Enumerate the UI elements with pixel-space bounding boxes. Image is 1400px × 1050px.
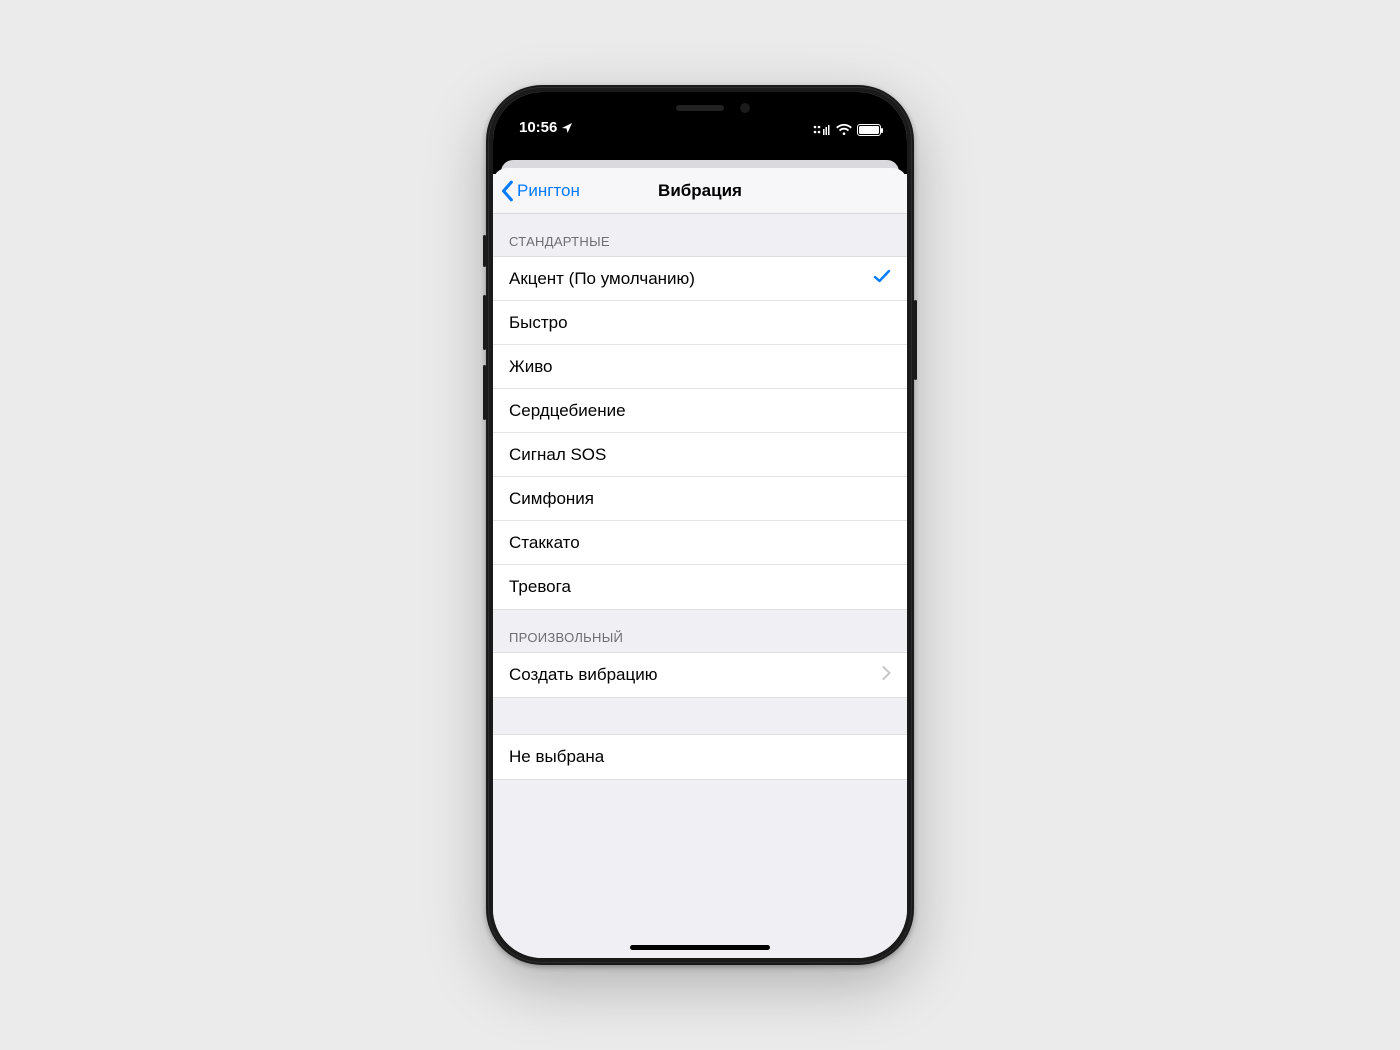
checkmark-icon <box>873 268 891 289</box>
content-scroll[interactable]: СТАНДАРТНЫЕ Акцент (По умолчанию) Быстро… <box>493 214 907 958</box>
status-gap <box>493 140 907 156</box>
custom-vibrations-group: Создать вибрацию <box>493 652 907 698</box>
page-title: Вибрация <box>658 181 742 201</box>
cell-label: Симфония <box>509 489 594 509</box>
vibration-option-sos[interactable]: Сигнал SOS <box>493 433 907 477</box>
vibration-option-symphony[interactable]: Симфония <box>493 477 907 521</box>
create-vibration-button[interactable]: Создать вибрацию <box>493 653 907 697</box>
vibration-option-none[interactable]: Не выбрана <box>493 735 907 779</box>
power-button <box>914 300 917 380</box>
status-time: 10:56 <box>519 119 557 136</box>
cell-label: Быстро <box>509 313 568 333</box>
dual-sim-icon <box>813 124 831 136</box>
vibration-option-staccato[interactable]: Стаккато <box>493 521 907 565</box>
phone-bezel: 10:56 <box>493 92 907 958</box>
cell-label: Живо <box>509 357 553 377</box>
status-bar-right <box>813 124 881 136</box>
notch <box>602 92 798 124</box>
cell-label: Не выбрана <box>509 747 604 767</box>
chevron-left-icon <box>501 180 515 202</box>
cell-label: Создать вибрацию <box>509 665 657 685</box>
vibration-option-rapid[interactable]: Быстро <box>493 301 907 345</box>
section-header-standard: СТАНДАРТНЫЕ <box>493 214 907 256</box>
screen: 10:56 <box>493 92 907 958</box>
back-label: Рингтон <box>517 181 580 201</box>
vibration-option-alert[interactable]: Живо <box>493 345 907 389</box>
cell-label: Тревога <box>509 577 571 597</box>
home-indicator[interactable] <box>630 945 770 950</box>
none-group: Не выбрана <box>493 734 907 780</box>
speaker-grille <box>676 105 724 111</box>
vibration-option-heartbeat[interactable]: Сердцебиение <box>493 389 907 433</box>
standard-vibrations-group: Акцент (По умолчанию) Быстро Живо Сердце… <box>493 256 907 610</box>
battery-icon <box>857 124 881 136</box>
volume-down-button <box>483 365 486 420</box>
mute-switch <box>483 235 486 267</box>
cell-label: Стаккато <box>509 533 580 553</box>
section-header-custom: ПРОИЗВОЛЬНЫЙ <box>493 610 907 652</box>
chevron-right-icon <box>882 665 891 685</box>
wifi-icon <box>836 124 852 136</box>
cell-label: Акцент (По умолчанию) <box>509 269 695 289</box>
cell-label: Сигнал SOS <box>509 445 606 465</box>
vibration-option-accent[interactable]: Акцент (По умолчанию) <box>493 257 907 301</box>
vibration-option-alarm[interactable]: Тревога <box>493 565 907 609</box>
cell-label: Сердцебиение <box>509 401 626 421</box>
navigation-bar: Рингтон Вибрация <box>493 168 907 214</box>
status-bar-left: 10:56 <box>519 119 573 136</box>
location-icon <box>561 122 573 134</box>
volume-up-button <box>483 295 486 350</box>
front-camera <box>740 103 750 113</box>
back-button[interactable]: Рингтон <box>501 168 580 213</box>
phone-frame: 10:56 <box>486 85 914 965</box>
